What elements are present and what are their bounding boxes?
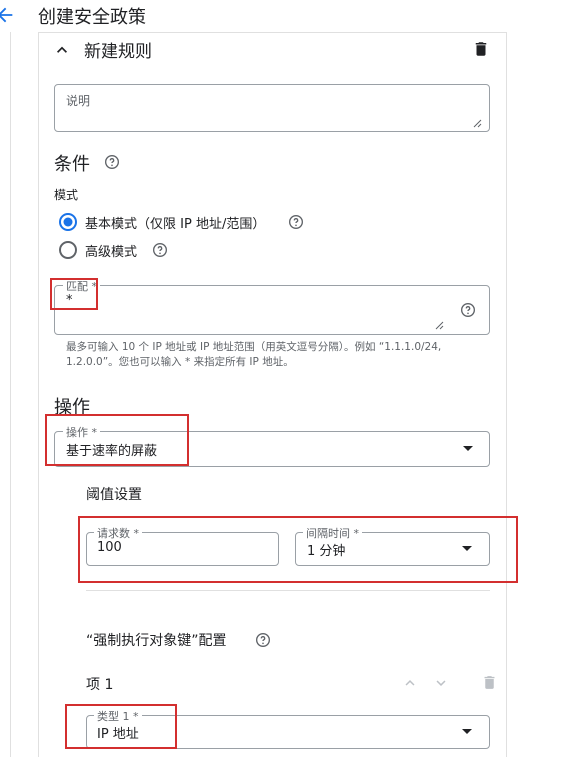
- conditions-heading: 条件: [54, 154, 90, 175]
- section-divider: [86, 590, 490, 591]
- help-circle-icon[interactable]: [152, 242, 168, 258]
- rule-title: 新建规则: [84, 42, 152, 62]
- chevron-up-icon[interactable]: [52, 40, 72, 60]
- move-up-icon[interactable]: [401, 674, 419, 692]
- arrow-left-icon[interactable]: [0, 4, 16, 26]
- panel-right-border: [506, 32, 507, 757]
- match-helper-text: 最多可输入 10 个 IP 地址或 IP 地址范围（用英文逗号分隔）。例如 “1…: [66, 341, 442, 368]
- radio-basic-mode[interactable]: [58, 212, 78, 232]
- enforce-key-heading: “强制执行对象键”配置: [86, 633, 227, 649]
- dropdown-arrow-icon[interactable]: [463, 446, 473, 451]
- threshold-highlight-box: [78, 516, 518, 583]
- match-field[interactable]: [54, 285, 490, 335]
- help-circle-icon[interactable]: [460, 302, 476, 318]
- panel-left-border: [38, 32, 39, 757]
- left-divider: [10, 32, 11, 757]
- key-type-highlight-box: [65, 704, 177, 749]
- description-textarea[interactable]: [54, 84, 490, 132]
- action-highlight-box: [45, 414, 189, 466]
- radio-advanced-mode-label[interactable]: 高级模式: [85, 241, 137, 260]
- trash-icon[interactable]: [481, 674, 498, 691]
- move-down-icon[interactable]: [432, 674, 450, 692]
- mode-label: 模式: [54, 188, 79, 202]
- resize-handle-icon[interactable]: [472, 118, 482, 128]
- trash-icon[interactable]: [472, 40, 490, 58]
- dropdown-arrow-icon[interactable]: [462, 729, 472, 734]
- help-circle-icon[interactable]: [288, 214, 304, 230]
- resize-handle-icon[interactable]: [434, 320, 444, 330]
- item-title: 项 1: [86, 677, 114, 693]
- radio-basic-mode-label[interactable]: 基本模式（仅限 IP 地址/范围）: [85, 213, 265, 232]
- help-circle-icon[interactable]: [104, 154, 120, 170]
- page-title: 创建安全政策: [38, 7, 146, 28]
- threshold-heading: 阈值设置: [86, 487, 142, 503]
- match-highlight-box: [50, 278, 98, 310]
- help-circle-icon[interactable]: [255, 632, 271, 648]
- panel-top-border: [38, 32, 506, 33]
- description-placeholder: 说明: [66, 94, 91, 108]
- radio-advanced-mode[interactable]: [58, 240, 78, 260]
